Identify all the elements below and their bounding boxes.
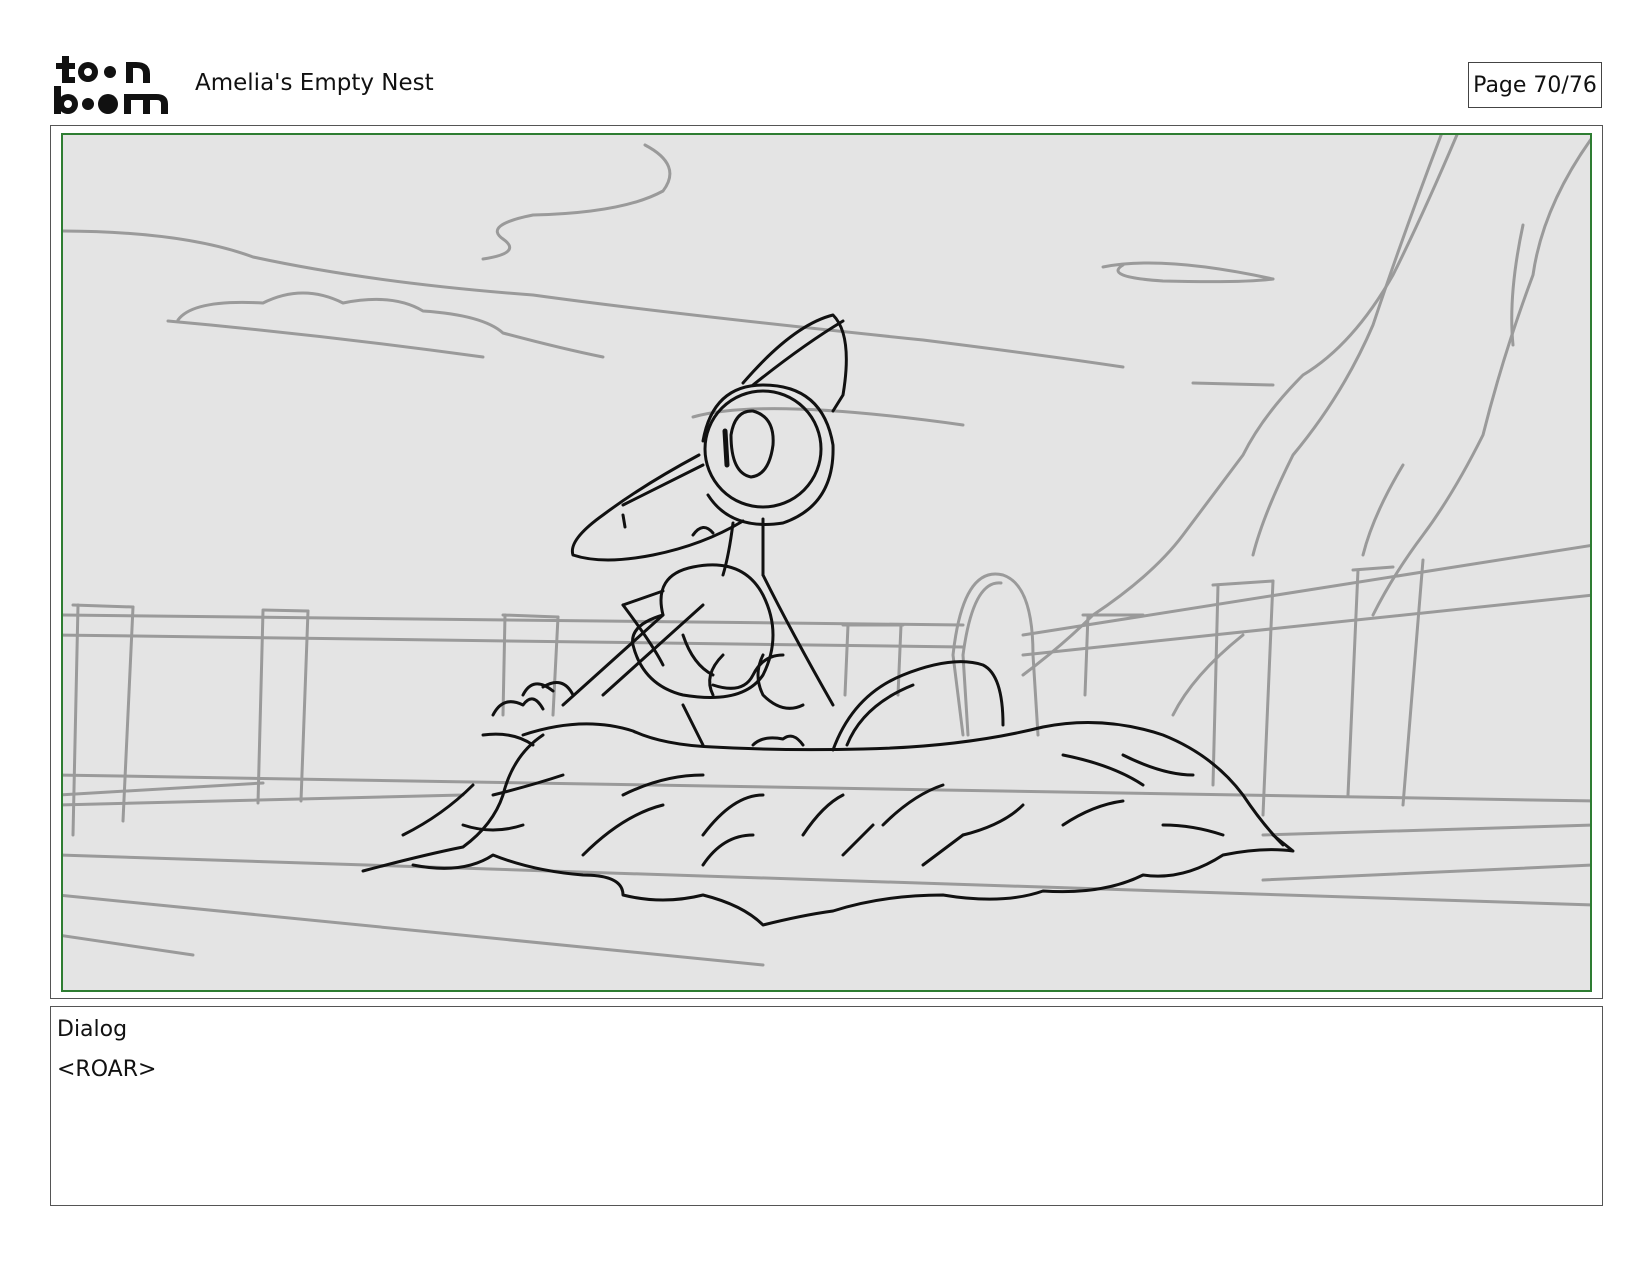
project-title: Amelia's Empty Nest	[195, 70, 434, 96]
dialog-box: Dialog <ROAR>	[50, 1006, 1603, 1206]
dialog-text: <ROAR>	[57, 1057, 157, 1082]
toon-boom-logo	[52, 52, 172, 116]
storyboard-panel	[61, 133, 1592, 992]
page-number: Page 70/76	[1468, 62, 1602, 108]
dialog-label: Dialog	[57, 1017, 128, 1042]
panel-sketch	[63, 135, 1590, 967]
